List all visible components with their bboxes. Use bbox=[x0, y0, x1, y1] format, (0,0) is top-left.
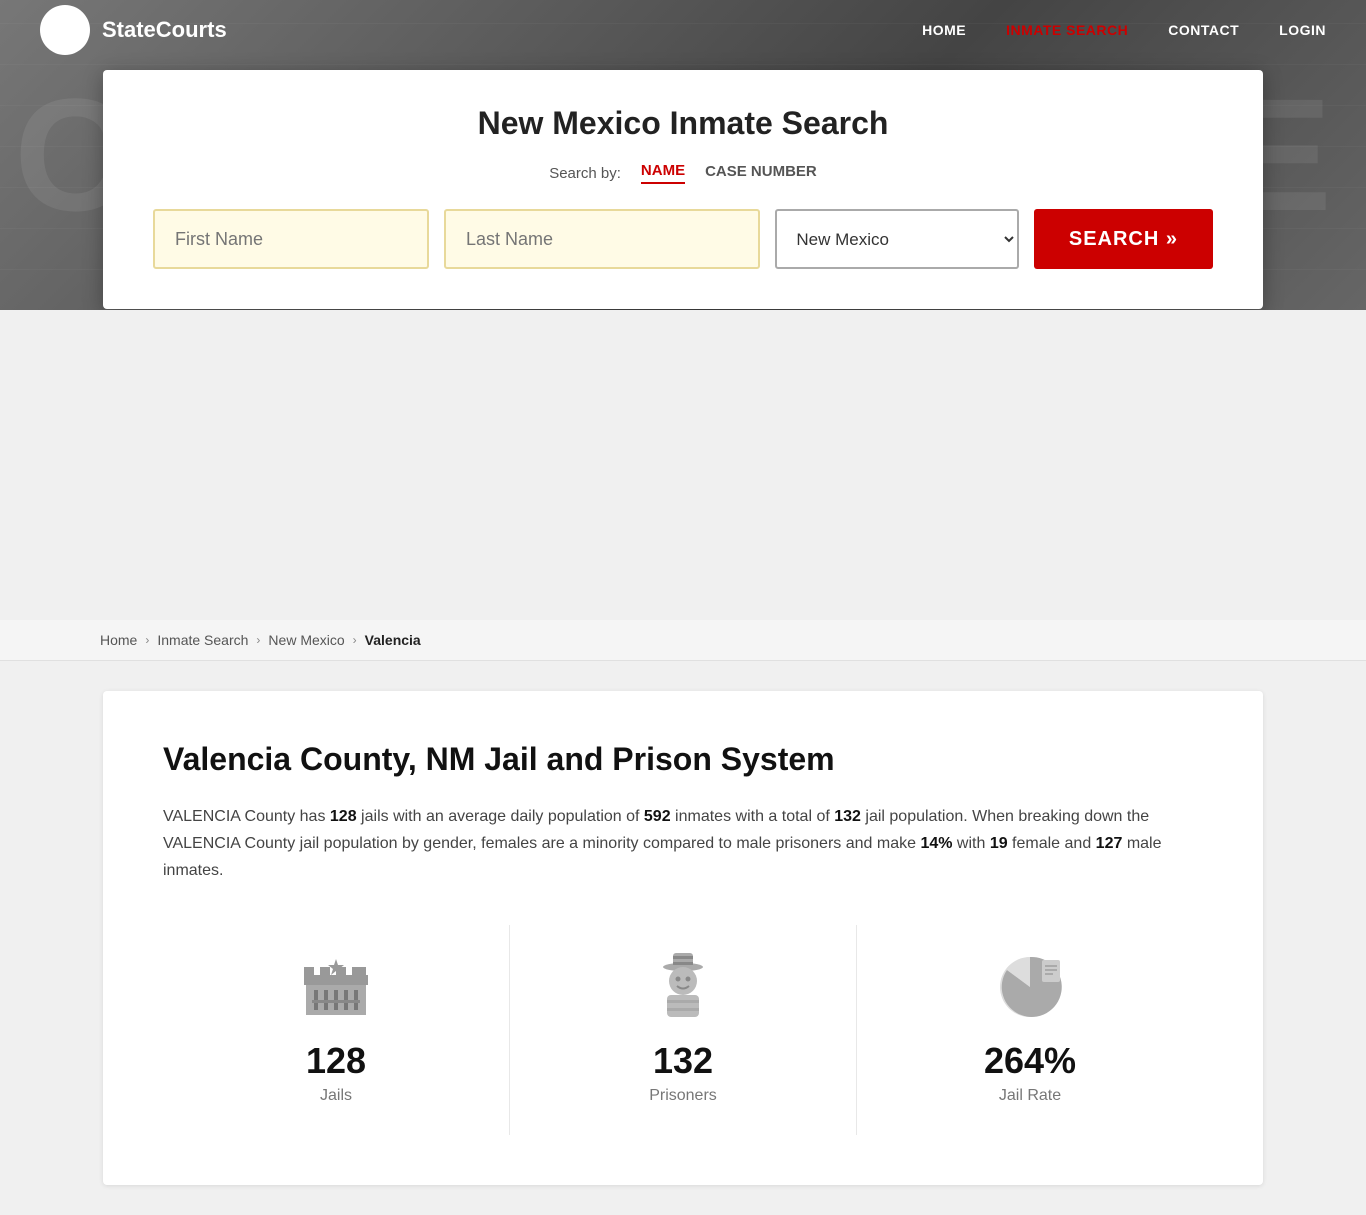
stat-rate-label: Jail Rate bbox=[999, 1087, 1061, 1105]
breadcrumb-home[interactable]: Home bbox=[100, 632, 137, 648]
desc-mid1: jails with an average daily population o… bbox=[357, 808, 644, 825]
breadcrumb-valencia: Valencia bbox=[365, 632, 421, 648]
stat-jails: 128 Jails bbox=[163, 925, 510, 1135]
last-name-input[interactable] bbox=[444, 209, 760, 269]
stat-rate-number: 264% bbox=[984, 1040, 1076, 1082]
desc-jails: 128 bbox=[330, 808, 357, 825]
search-card: New Mexico Inmate Search Search by: NAME… bbox=[103, 70, 1263, 309]
stat-jails-label: Jails bbox=[320, 1087, 352, 1105]
stat-prisoners-number: 132 bbox=[653, 1040, 713, 1082]
breadcrumb-sep-3: › bbox=[353, 633, 357, 647]
nav-home[interactable]: HOME bbox=[922, 22, 966, 38]
search-fields: New Mexico SEARCH » bbox=[153, 209, 1213, 269]
county-description: VALENCIA County has 128 jails with an av… bbox=[163, 803, 1203, 885]
breadcrumb: Home › Inmate Search › New Mexico › Vale… bbox=[0, 620, 1366, 661]
county-title: Valencia County, NM Jail and Prison Syst… bbox=[163, 741, 1203, 778]
nav-login[interactable]: LOGIN bbox=[1279, 22, 1326, 38]
breadcrumb-new-mexico[interactable]: New Mexico bbox=[268, 632, 344, 648]
desc-mid2: inmates with a total of bbox=[671, 808, 835, 825]
logo-text: StateCourts bbox=[102, 17, 227, 43]
search-tabs: Search by: NAME CASE NUMBER bbox=[153, 162, 1213, 184]
stat-prisoners: 132 Prisoners bbox=[510, 925, 857, 1135]
breadcrumb-inmate-search[interactable]: Inmate Search bbox=[157, 632, 248, 648]
search-button[interactable]: SEARCH » bbox=[1034, 209, 1213, 269]
stats-row: 128 Jails bbox=[163, 925, 1203, 1135]
navigation: 🏛 StateCourts HOME INMATE SEARCH CONTACT… bbox=[0, 0, 1366, 60]
breadcrumb-sep-2: › bbox=[256, 633, 260, 647]
jail-rate-icon bbox=[990, 945, 1070, 1025]
nav-contact[interactable]: CONTACT bbox=[1168, 22, 1239, 38]
nav-inmate-search[interactable]: INMATE SEARCH bbox=[1006, 22, 1128, 38]
tab-name[interactable]: NAME bbox=[641, 162, 685, 184]
desc-total: 132 bbox=[834, 808, 861, 825]
search-title: New Mexico Inmate Search bbox=[153, 105, 1213, 142]
tab-case-number[interactable]: CASE NUMBER bbox=[705, 163, 817, 183]
main-content: Valencia County, NM Jail and Prison Syst… bbox=[103, 691, 1263, 1185]
desc-mid4: with bbox=[952, 835, 989, 852]
breadcrumb-sep-1: › bbox=[145, 633, 149, 647]
stat-jail-rate: 264% Jail Rate bbox=[857, 925, 1203, 1135]
nav-links: HOME INMATE SEARCH CONTACT LOGIN bbox=[922, 22, 1326, 38]
state-select[interactable]: New Mexico bbox=[775, 209, 1019, 269]
desc-mid5: female and bbox=[1008, 835, 1096, 852]
logo[interactable]: 🏛 StateCourts bbox=[40, 5, 227, 55]
desc-pct: 14% bbox=[920, 835, 952, 852]
header: COURTHOUSE 🏛 StateCourts HOME INMATE SEA… bbox=[0, 0, 1366, 310]
desc-female: 19 bbox=[990, 835, 1008, 852]
desc-avg-pop: 592 bbox=[644, 808, 671, 825]
search-by-label: Search by: bbox=[549, 165, 621, 182]
desc-prefix: VALENCIA County has bbox=[163, 808, 330, 825]
stat-prisoners-label: Prisoners bbox=[649, 1087, 717, 1105]
jail-icon bbox=[296, 945, 376, 1025]
prisoner-icon bbox=[643, 945, 723, 1025]
desc-male: 127 bbox=[1096, 835, 1123, 852]
logo-icon: 🏛 bbox=[40, 5, 90, 55]
stat-jails-number: 128 bbox=[306, 1040, 366, 1082]
first-name-input[interactable] bbox=[153, 209, 429, 269]
